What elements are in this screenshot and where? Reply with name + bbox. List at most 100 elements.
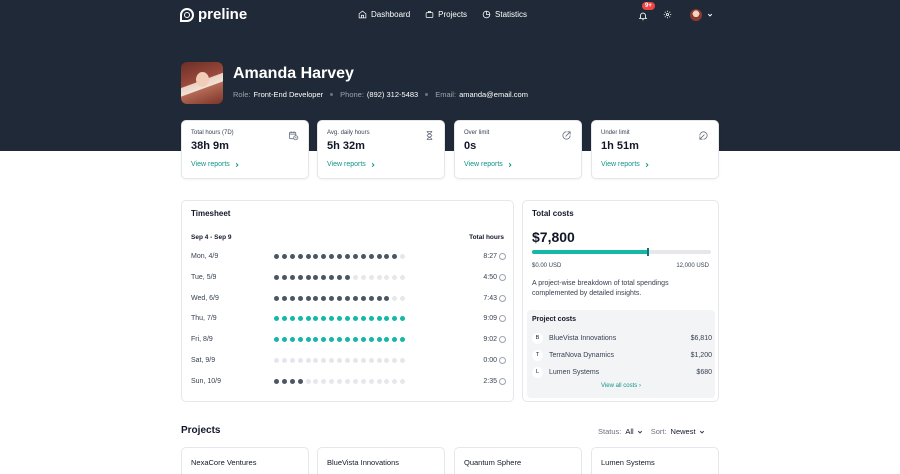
timesheet-hours: 9:09 [483,315,497,323]
total-costs-amount: $7,800 [532,229,575,245]
hour-dot [321,254,327,259]
email-value[interactable]: amanda@email.com [459,90,528,99]
timesheet-row: Mon, 4/9 8:27 [182,251,515,263]
nav-statistics[interactable]: Statistics [482,10,527,19]
notification-badge: 9+ [642,2,655,10]
hours-dots [274,337,406,343]
nav-dashboard[interactable]: Dashboard [358,10,410,19]
preline-logo-icon [180,7,194,22]
hour-dot [289,316,295,322]
view-reports-link[interactable]: View reports [327,161,376,168]
brand-name: preline [198,6,248,23]
hours-dots [274,295,406,301]
hour-dot [313,316,319,322]
chevron-right-icon: › [638,383,641,389]
hour-dot [281,316,287,322]
chevron-down-icon[interactable] [707,12,713,18]
timesheet-day: Mon, 4/9 [191,253,219,260]
stat-value: 5h 32m [327,140,365,152]
info-icon[interactable] [499,294,506,302]
stat-label: Total hours (7D) [191,130,234,136]
project-card-title: Quantum Sphere [464,458,522,467]
hour-dot [274,378,279,384]
hour-dot [329,274,335,280]
hour-dot [376,378,382,384]
project-letter-avatar: B [532,332,543,344]
hour-dot [384,254,390,259]
timesheet-row: Tue, 5/9 4:50 [182,272,515,284]
hour-dot [384,316,390,322]
project-cost-value: $6,810 [690,334,712,342]
hour-dot [274,254,279,259]
timesheet-day: Thu, 7/9 [191,315,217,323]
hour-dot [297,337,303,343]
hour-dot [360,316,366,322]
view-reports-link[interactable]: View reports [601,161,650,168]
hour-dot [289,358,295,363]
chevron-down-icon [699,430,704,434]
nav-projects-label: Projects [438,10,468,19]
timesheet-hours: 4:50 [483,273,497,281]
info-icon[interactable] [499,336,506,344]
user-avatar[interactable] [690,9,702,21]
hour-dot [360,274,366,280]
stat-value: 38h 9m [191,140,229,152]
hour-dot [297,316,303,322]
pie-chart-icon [482,10,491,19]
hour-dot [313,295,319,301]
hour-dot [329,295,335,301]
hour-dot [274,274,279,280]
info-icon[interactable] [499,357,506,364]
bell-icon[interactable] [638,11,648,21]
project-card[interactable]: Quantum Sphere [454,447,582,474]
view-all-costs-link[interactable]: View all costs › [527,383,715,389]
cost-description: A project-wise breakdown of total spendi… [532,280,669,297]
timesheet-total-header: Total hours [469,234,504,241]
hour-dot [321,337,327,343]
info-icon[interactable] [499,315,506,323]
hour-dot [321,358,327,363]
hour-dot [392,295,398,301]
timesheet-card: Timesheet Sep 4 - Sep 9 Total hours Mon,… [181,200,514,402]
nav-projects[interactable]: Projects [425,10,467,19]
hour-dot [352,274,358,280]
hour-dot [321,378,327,384]
nav-statistics-label: Statistics [495,10,528,19]
hour-dot [400,295,406,301]
timesheet-day: Tue, 5/9 [191,273,217,281]
info-icon[interactable] [499,377,506,385]
chevron-down-icon [637,430,642,434]
project-card[interactable]: Lumen Systems [591,447,719,474]
hour-dot [297,378,303,384]
info-icon[interactable] [499,273,506,281]
gear-icon[interactable] [663,10,672,19]
project-filters: Status: All Sort: Newest [598,427,705,436]
hour-dot [384,295,390,301]
hour-dot [368,316,374,322]
hour-dot [305,254,311,259]
project-card[interactable]: BlueVista Innovations [317,447,445,474]
status-filter-dropdown[interactable]: All [625,427,642,436]
stat-value: 1h 51m [601,140,639,152]
chevron-right-icon [235,162,239,167]
hour-dot [392,254,398,259]
hour-dot [337,316,343,322]
stat-value: 0s [464,140,477,152]
hour-dot [392,358,398,363]
info-icon[interactable] [499,253,506,260]
project-card[interactable]: NexaCore Ventures [181,447,309,474]
project-name: BlueVista Innovations [549,334,617,342]
view-reports-link[interactable]: View reports [464,161,513,168]
hour-dot [400,358,406,363]
total-costs-card: Total costs $7,800 $0.00 USD 12,000 USD … [522,200,719,402]
hour-dot [313,378,319,384]
hour-dot [289,274,295,280]
hour-dot [345,358,351,363]
brand-logo[interactable]: preline [180,6,247,23]
sort-dropdown[interactable]: Newest [671,427,705,436]
view-reports-link[interactable]: View reports [191,161,240,168]
view-reports-label: View reports [327,161,366,168]
timesheet-range: Sep 4 - Sep 9 [191,234,232,241]
hour-dot [376,337,382,343]
profile-photo [181,62,223,104]
